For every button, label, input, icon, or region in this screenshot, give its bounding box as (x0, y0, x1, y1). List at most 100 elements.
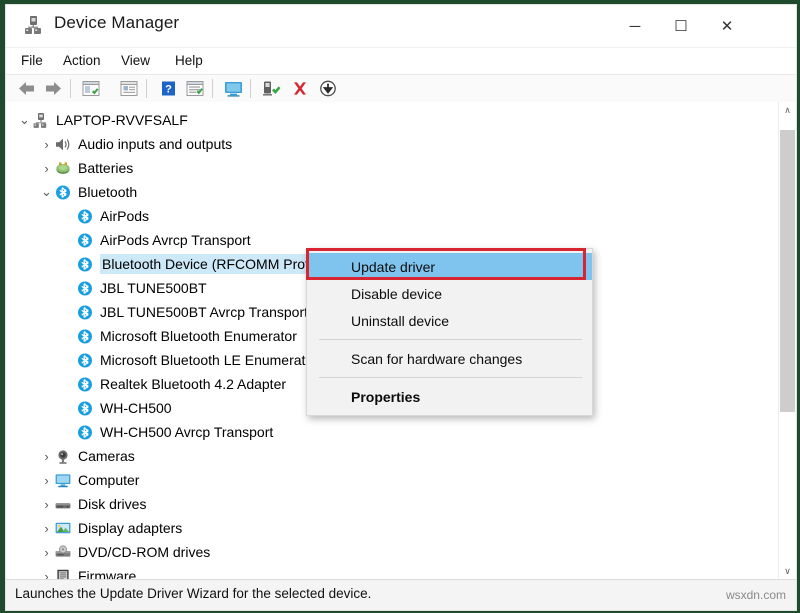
tree-item[interactable]: › Disk drives (6, 492, 796, 516)
bluetooth-icon (53, 183, 73, 201)
tree-item[interactable]: › Cameras (6, 444, 796, 468)
tree-item[interactable]: › Batteries (6, 156, 796, 180)
tree-item-label: Realtek Bluetooth 4.2 Adapter (100, 376, 287, 392)
chevron-down-icon[interactable]: ⌄ (18, 113, 31, 126)
chevron-right-icon[interactable]: › (40, 137, 53, 152)
tree-item-label: DVD/CD-ROM drives (78, 544, 211, 560)
properties-icon[interactable] (80, 79, 102, 103)
menu-bar: File Action View Help (6, 48, 796, 75)
tree-item-label: Bluetooth (78, 184, 138, 200)
chevron-right-icon[interactable]: › (40, 449, 53, 464)
disable-device-icon[interactable] (318, 79, 338, 103)
enable-device-icon[interactable] (260, 79, 282, 103)
context-menu-item[interactable]: Uninstall device (307, 307, 592, 334)
tree-item[interactable]: WH-CH500 Avrcp Transport (6, 420, 796, 444)
bluetooth-icon (75, 255, 95, 273)
tree-item[interactable]: › Display adapters (6, 516, 796, 540)
help-icon[interactable]: ? (158, 79, 178, 103)
device-manager-icon (22, 14, 44, 36)
tree-item-label: LAPTOP-RVVFSALF (56, 112, 188, 128)
svg-text:?: ? (165, 83, 172, 95)
uninstall-device-icon[interactable] (290, 79, 310, 103)
chevron-right-icon[interactable]: › (40, 473, 53, 488)
monitor-icon (53, 471, 73, 489)
tree-item[interactable]: › DVD/CD-ROM drives (6, 540, 796, 564)
tree-item[interactable]: › Audio inputs and outputs (6, 132, 796, 156)
context-menu-item[interactable]: Scan for hardware changes (307, 345, 592, 372)
menu-action[interactable]: Action (60, 52, 104, 69)
tree-item-label: WH-CH500 (100, 400, 172, 416)
toolbar-separator (70, 79, 71, 98)
chevron-down-icon[interactable]: ⌄ (40, 185, 53, 198)
display-adapter-icon (53, 519, 73, 537)
tree-item-label: Display adapters (78, 520, 183, 536)
tree-item-label: Microsoft Bluetooth LE Enumerator (100, 352, 318, 368)
tree-item[interactable]: ⌄ LAPTOP-RVVFSALF (6, 108, 778, 132)
help-window-icon[interactable] (118, 79, 140, 103)
speaker-icon (53, 135, 73, 153)
bluetooth-icon (75, 375, 95, 393)
minimize-button[interactable]: ─ (612, 5, 658, 47)
toolbar-separator (250, 79, 251, 98)
context-menu-separator (319, 377, 582, 378)
scroll-up-arrow[interactable]: ∧ (779, 102, 796, 119)
tree-item-label: Computer (78, 472, 140, 488)
close-button[interactable]: ✕ (704, 5, 750, 47)
camera-icon (53, 447, 73, 465)
window-title: Device Manager (54, 13, 180, 32)
title-bar: Device Manager ─ ☐ ✕ (6, 5, 796, 48)
tree-item[interactable]: AirPods (6, 204, 796, 228)
status-text: Launches the Update Driver Wizard for th… (15, 586, 372, 601)
bluetooth-icon (75, 207, 95, 225)
update-driver-icon[interactable] (184, 79, 206, 103)
tree-item[interactable]: › Computer (6, 468, 796, 492)
forward-icon[interactable] (42, 79, 64, 103)
tree-item-label: AirPods Avrcp Transport (100, 232, 251, 248)
scan-hardware-icon[interactable] (222, 79, 246, 103)
toolbar: ? (6, 75, 796, 104)
scroll-down-arrow[interactable]: ∨ (779, 563, 796, 580)
maximize-button[interactable]: ☐ (658, 5, 704, 47)
tree-item-label: Microsoft Bluetooth Enumerator (100, 328, 297, 344)
tree-item-label: Disk drives (78, 496, 147, 512)
chevron-right-icon[interactable]: › (40, 497, 53, 512)
tree-item-label: JBL TUNE500BT Avrcp Transport (100, 304, 309, 320)
watermark: wsxdn.com (725, 588, 786, 602)
bluetooth-icon (75, 423, 95, 441)
tree-item[interactable]: ⌄ Bluetooth (6, 180, 796, 204)
menu-help[interactable]: Help (172, 52, 206, 69)
tree-item-label: Audio inputs and outputs (78, 136, 233, 152)
bluetooth-icon (75, 231, 95, 249)
tree-item-label: Batteries (78, 160, 134, 176)
context-menu-separator (319, 339, 582, 340)
tree-item-label: AirPods (100, 208, 150, 224)
chevron-right-icon[interactable]: › (40, 161, 53, 176)
chevron-right-icon[interactable]: › (40, 545, 53, 560)
tree-item-label: Cameras (78, 448, 135, 464)
tree-item[interactable]: › Firmware (6, 564, 796, 580)
annotation-highlight-box (306, 248, 586, 280)
back-icon[interactable] (16, 79, 38, 103)
status-bar: Launches the Update Driver Wizard for th… (6, 579, 796, 610)
scrollbar-thumb[interactable] (780, 130, 795, 412)
vertical-scrollbar[interactable]: ∧ ∨ (778, 102, 796, 580)
disk-icon (53, 495, 73, 513)
context-menu-item[interactable]: Disable device (307, 280, 592, 307)
tree-item-label: WH-CH500 Avrcp Transport (100, 424, 274, 440)
device-manager-window: Device Manager ─ ☐ ✕ File Action View He… (5, 4, 797, 611)
battery-icon (53, 159, 73, 177)
computer-root-icon (31, 111, 51, 129)
toolbar-separator (146, 79, 147, 98)
tree-item-label: JBL TUNE500BT (100, 280, 207, 296)
dvd-drive-icon (53, 543, 73, 561)
toolbar-separator (212, 79, 213, 98)
bluetooth-icon (75, 303, 95, 321)
bluetooth-icon (75, 327, 95, 345)
bluetooth-icon (75, 399, 95, 417)
bluetooth-icon (75, 351, 95, 369)
menu-file[interactable]: File (18, 52, 46, 69)
menu-view[interactable]: View (118, 52, 153, 69)
chevron-right-icon[interactable]: › (40, 521, 53, 536)
bluetooth-icon (75, 279, 95, 297)
context-menu-item[interactable]: Properties (307, 383, 592, 410)
